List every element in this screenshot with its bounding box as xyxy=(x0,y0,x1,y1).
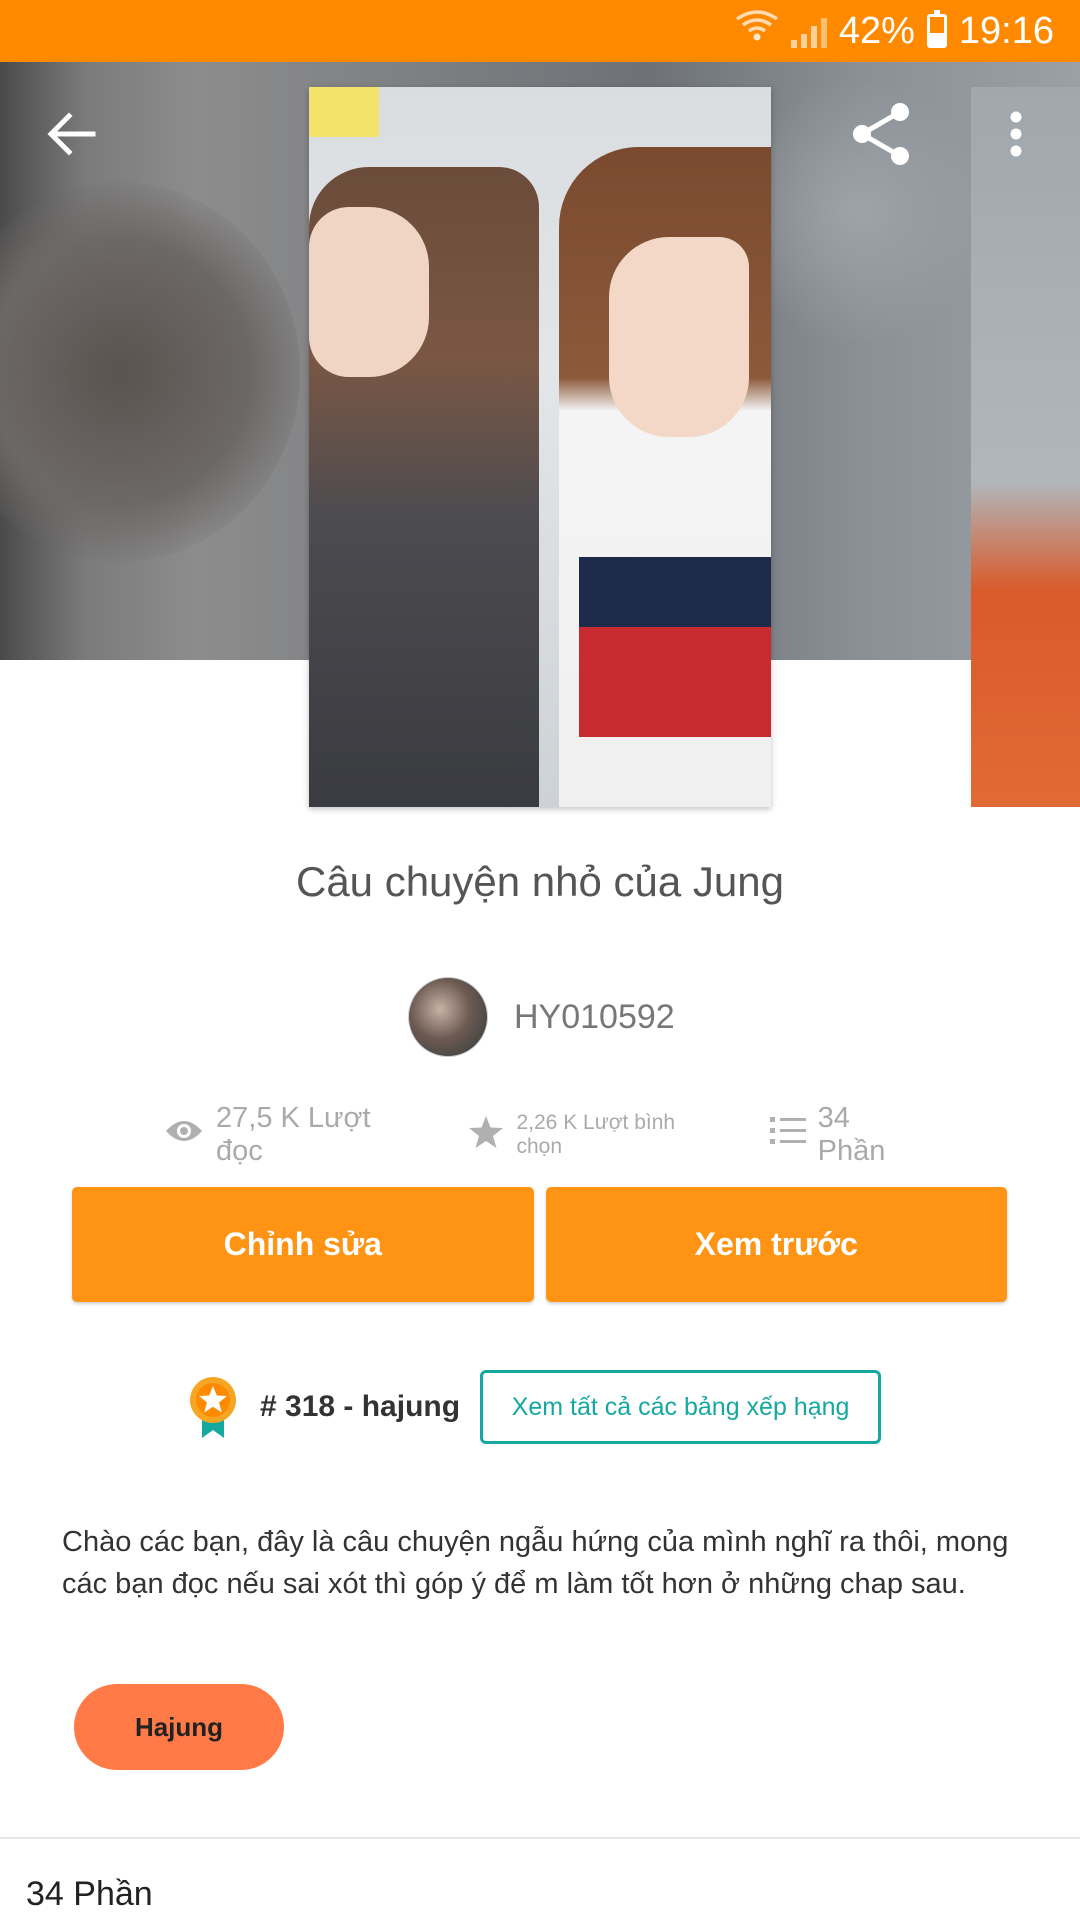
share-button[interactable] xyxy=(842,96,922,176)
divider xyxy=(0,1837,1080,1839)
signal-icon xyxy=(790,14,827,48)
battery-percent: 42% xyxy=(838,9,915,52)
parts-heading: 34 Phần xyxy=(26,1875,153,1913)
medal-icon xyxy=(188,1376,238,1438)
eye-icon xyxy=(164,1117,204,1153)
reads-count: 27,5 K Lượt đọc xyxy=(216,1102,371,1167)
more-vert-icon xyxy=(1009,111,1023,162)
list-icon xyxy=(769,1116,806,1154)
battery-icon xyxy=(926,10,947,48)
author-name[interactable]: HY010592 xyxy=(514,998,675,1037)
author-row[interactable]: HY010592 xyxy=(408,977,675,1057)
action-buttons: Chỉnh sửa Xem trước xyxy=(72,1187,1007,1302)
wifi-icon xyxy=(735,9,779,53)
status-bar: 42% 19:16 xyxy=(0,0,1080,62)
preview-button[interactable]: Xem trước xyxy=(545,1187,1007,1302)
story-cover-image[interactable] xyxy=(309,87,771,807)
votes-count: 2,26 K Lượt bình chọn xyxy=(516,1111,676,1158)
ranking-row: # 318 - hajung Xem tất cả các bảng xếp h… xyxy=(188,1370,882,1444)
parts-count: 34 Phần xyxy=(817,1102,886,1167)
star-icon xyxy=(468,1115,504,1155)
share-icon xyxy=(850,102,914,171)
status-time: 19:16 xyxy=(958,9,1054,52)
tag-chip[interactable]: Hajung xyxy=(74,1684,284,1770)
back-button[interactable] xyxy=(36,96,108,176)
parts-stat: 34 Phần xyxy=(769,1102,924,1168)
rank-text: # 318 - hajung xyxy=(260,1390,461,1423)
next-story-cover[interactable] xyxy=(971,87,1080,807)
edit-button[interactable]: Chỉnh sửa xyxy=(72,1187,534,1302)
author-avatar[interactable] xyxy=(408,977,488,1057)
story-stats: 27,5 K Lượt đọc 2,26 K Lượt bình chọn 34… xyxy=(164,1102,924,1168)
votes-stat: 2,26 K Lượt bình chọn xyxy=(468,1111,723,1159)
more-options-button[interactable] xyxy=(990,96,1042,176)
story-title: Câu chuyện nhỏ của Jung xyxy=(295,858,785,905)
view-all-rankings-button[interactable]: Xem tất cả các bảng xếp hạng xyxy=(480,1370,882,1444)
reads-stat: 27,5 K Lượt đọc xyxy=(164,1102,422,1168)
arrow-left-icon xyxy=(47,111,97,161)
story-description: Chào các bạn, đây là câu chuyện ngẫu hứn… xyxy=(62,1526,1009,1600)
